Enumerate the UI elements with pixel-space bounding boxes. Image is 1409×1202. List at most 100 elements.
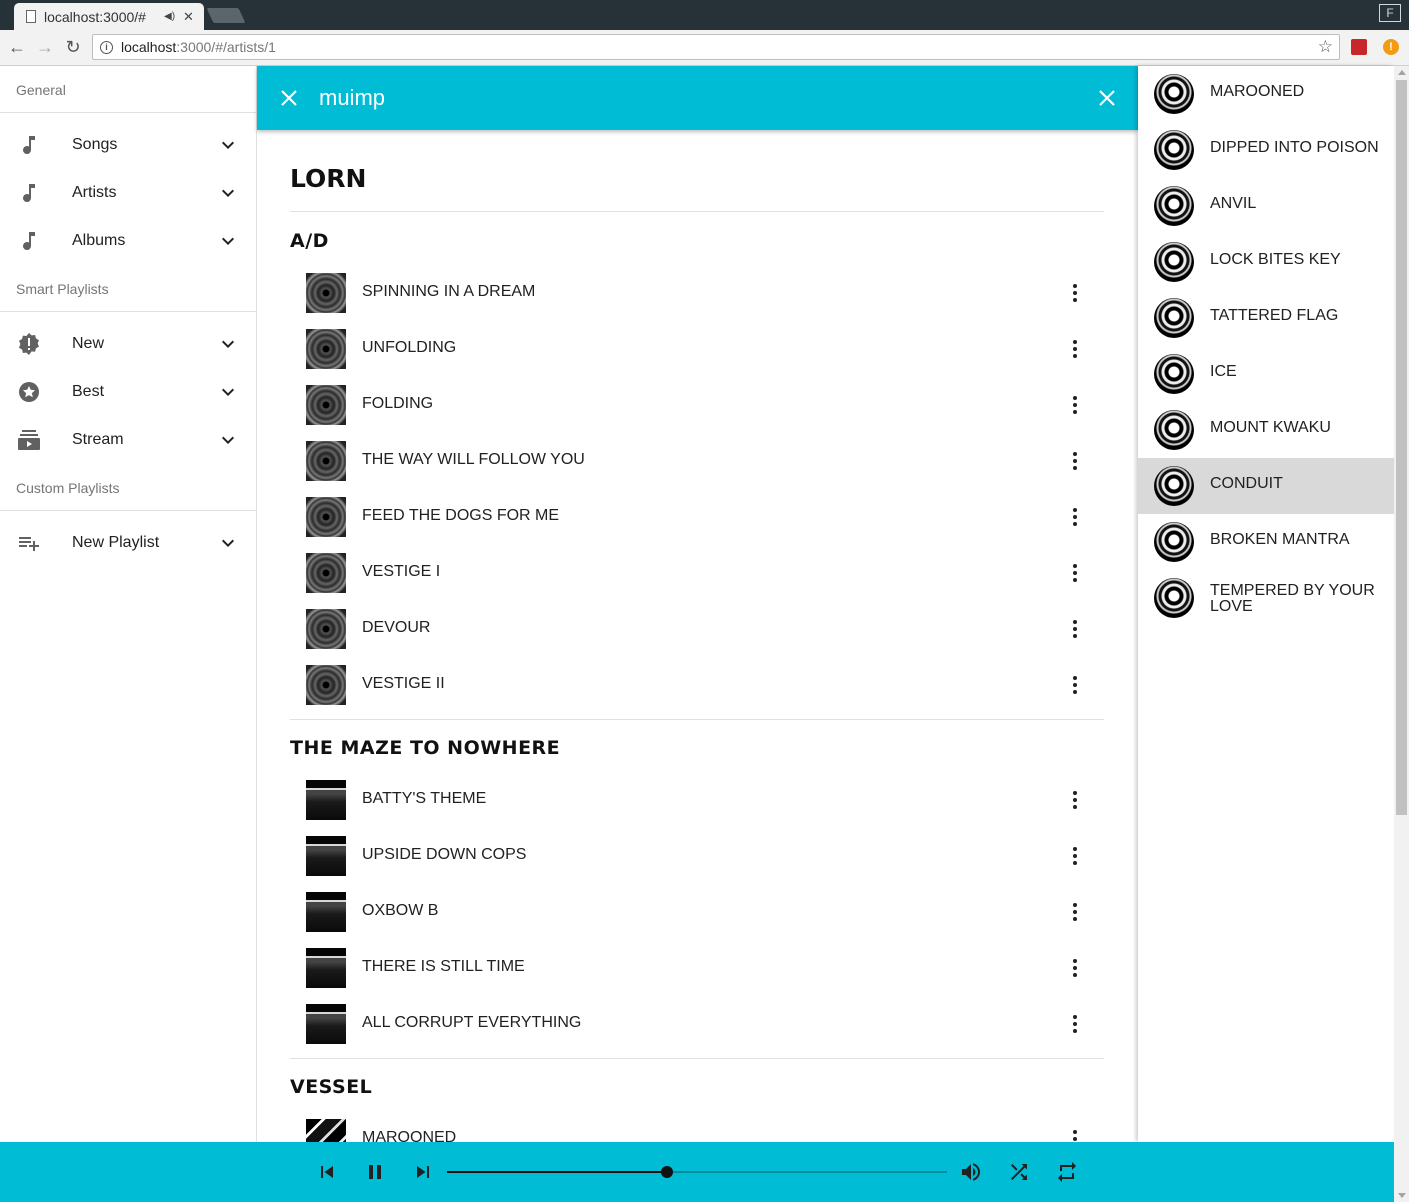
chevron-down-icon[interactable] (216, 531, 240, 555)
queue-item[interactable]: MAROONED (1138, 66, 1394, 122)
more-vert-icon[interactable] (1063, 844, 1087, 868)
track-row[interactable]: FOLDING (290, 377, 1104, 433)
track-title: SPINNING IN A DREAM (362, 283, 536, 300)
profile-button[interactable]: F (1379, 4, 1401, 22)
browser-toolbar: ← → ↻ i localhost:3000/#/artists/1 ☆ ! (0, 30, 1409, 66)
new-badge-icon (19, 333, 39, 355)
queue-item[interactable]: TEMPERED BY YOUR LOVE (1138, 570, 1394, 626)
more-vert-icon[interactable] (1063, 281, 1087, 305)
track-title: VESTIGE I (362, 563, 441, 580)
reload-icon[interactable]: ↻ (62, 36, 84, 58)
navigation-drawer: General Songs Artists Albums Smart Playl… (0, 66, 257, 1142)
sidebar-item-label: Songs (72, 136, 118, 153)
scroll-up-arrow[interactable] (1398, 70, 1406, 75)
seek-slider[interactable] (447, 1166, 947, 1178)
track-row[interactable]: THERE IS STILL TIME (290, 940, 1104, 996)
track-row[interactable]: DEVOUR (290, 601, 1104, 657)
chevron-down-icon[interactable] (216, 133, 240, 157)
chevron-down-icon[interactable] (216, 428, 240, 452)
site-info-icon[interactable]: i (100, 40, 113, 54)
queue-item[interactable]: CONDUIT (1138, 458, 1394, 514)
section-header-custom-playlists: Custom Playlists (0, 464, 256, 511)
more-vert-icon[interactable] (1063, 561, 1087, 585)
more-vert-icon[interactable] (1063, 1012, 1087, 1036)
sidebar-item-label: Artists (72, 184, 117, 201)
bookmark-star-icon[interactable]: ☆ (1318, 37, 1333, 57)
queue-item[interactable]: BROKEN MANTRA (1138, 514, 1394, 570)
page-scrollbar[interactable] (1394, 66, 1409, 1202)
clear-search-icon[interactable] (1095, 86, 1119, 110)
album-cover-thumbnail (306, 385, 346, 425)
volume-icon[interactable] (959, 1160, 983, 1184)
more-vert-icon[interactable] (1063, 617, 1087, 641)
sidebar-item-label: Best (72, 383, 105, 400)
track-title: FOLDING (362, 395, 434, 412)
track-row[interactable]: VESTIGE II (290, 657, 1104, 713)
more-vert-icon[interactable] (1063, 788, 1087, 812)
track-row[interactable]: FEED THE DOGS FOR ME (290, 489, 1104, 545)
scrollbar-thumb[interactable] (1396, 80, 1407, 815)
sidebar-item-stream[interactable]: Stream (0, 416, 256, 464)
shuffle-icon[interactable] (1007, 1160, 1031, 1184)
album-cover-thumbnail (306, 609, 346, 649)
queue-item-title: BROKEN MANTRA (1210, 531, 1350, 548)
forward-arrow-icon[interactable]: → (34, 36, 56, 58)
new-tab-button[interactable] (206, 8, 246, 23)
queue-item[interactable]: LOCK BITES KEY (1138, 234, 1394, 290)
playlist-add-icon (19, 537, 39, 551)
close-search-icon[interactable] (277, 86, 301, 110)
track-row[interactable]: UPSIDE DOWN COPS (290, 828, 1104, 884)
play-queue: MAROONED DIPPED INTO POISON ANVIL LOCK BITE… (1138, 66, 1394, 1142)
sidebar-item-albums[interactable]: Albums (0, 217, 256, 265)
chevron-down-icon[interactable] (216, 332, 240, 356)
chevron-down-icon[interactable] (216, 380, 240, 404)
more-vert-icon[interactable] (1063, 505, 1087, 529)
queue-item[interactable]: ANVIL (1138, 178, 1394, 234)
audio-playing-icon[interactable]: ◀) (164, 11, 175, 22)
repeat-icon[interactable] (1055, 1160, 1079, 1184)
search-input[interactable]: muimp (319, 85, 385, 111)
album-art-avatar (1154, 354, 1194, 394)
skip-next-icon[interactable] (411, 1160, 435, 1184)
chevron-down-icon[interactable] (216, 181, 240, 205)
queue-item[interactable]: ICE (1138, 346, 1394, 402)
sidebar-item-songs[interactable]: Songs (0, 121, 256, 169)
track-row[interactable]: ALL CORRUPT EVERYTHING (290, 996, 1104, 1052)
track-row[interactable]: UNFOLDING (290, 321, 1104, 377)
queue-item[interactable]: TATTERED FLAG (1138, 290, 1394, 346)
album-cover-thumbnail (306, 441, 346, 481)
sidebar-item-new[interactable]: New (0, 320, 256, 368)
track-row[interactable]: THE WAY WILL FOLLOW YOU (290, 433, 1104, 489)
seek-handle[interactable] (661, 1166, 673, 1178)
queue-item[interactable]: MOUNT KWAKU (1138, 402, 1394, 458)
pause-icon[interactable] (363, 1160, 387, 1184)
music-note-icon (23, 232, 35, 251)
more-vert-icon[interactable] (1063, 956, 1087, 980)
track-row[interactable]: BATTY'S THEME (290, 772, 1104, 828)
track-row[interactable]: SPINNING IN A DREAM (290, 265, 1104, 321)
more-vert-icon[interactable] (1063, 1127, 1087, 1142)
sidebar-item-artists[interactable]: Artists (0, 169, 256, 217)
track-row[interactable]: VESTIGE I (290, 545, 1104, 601)
extension-icon[interactable] (1351, 39, 1367, 55)
more-vert-icon[interactable] (1063, 900, 1087, 924)
track-row[interactable]: MAROONED (290, 1111, 1104, 1142)
more-vert-icon[interactable] (1063, 673, 1087, 697)
more-vert-icon[interactable] (1063, 449, 1087, 473)
queue-item[interactable]: DIPPED INTO POISON (1138, 122, 1394, 178)
address-bar[interactable]: i localhost:3000/#/artists/1 ☆ (92, 34, 1340, 60)
artist-view: LORN A/D SPINNING IN A DREAM UNFOLDING FOLD… (257, 130, 1138, 1142)
scroll-down-arrow[interactable] (1398, 1193, 1406, 1198)
browser-tab[interactable]: localhost:3000/# ◀) ✕ (14, 3, 204, 30)
track-row[interactable]: OXBOW B (290, 884, 1104, 940)
sidebar-item-new-playlist[interactable]: New Playlist (0, 519, 256, 567)
alert-extension-icon[interactable]: ! (1383, 39, 1399, 55)
browser-tabstrip: localhost:3000/# ◀) ✕ F (0, 0, 1409, 30)
more-vert-icon[interactable] (1063, 393, 1087, 417)
back-arrow-icon[interactable]: ← (6, 36, 28, 58)
sidebar-item-best[interactable]: Best (0, 368, 256, 416)
more-vert-icon[interactable] (1063, 337, 1087, 361)
chevron-down-icon[interactable] (216, 229, 240, 253)
skip-previous-icon[interactable] (315, 1160, 339, 1184)
close-tab-icon[interactable]: ✕ (183, 9, 194, 25)
